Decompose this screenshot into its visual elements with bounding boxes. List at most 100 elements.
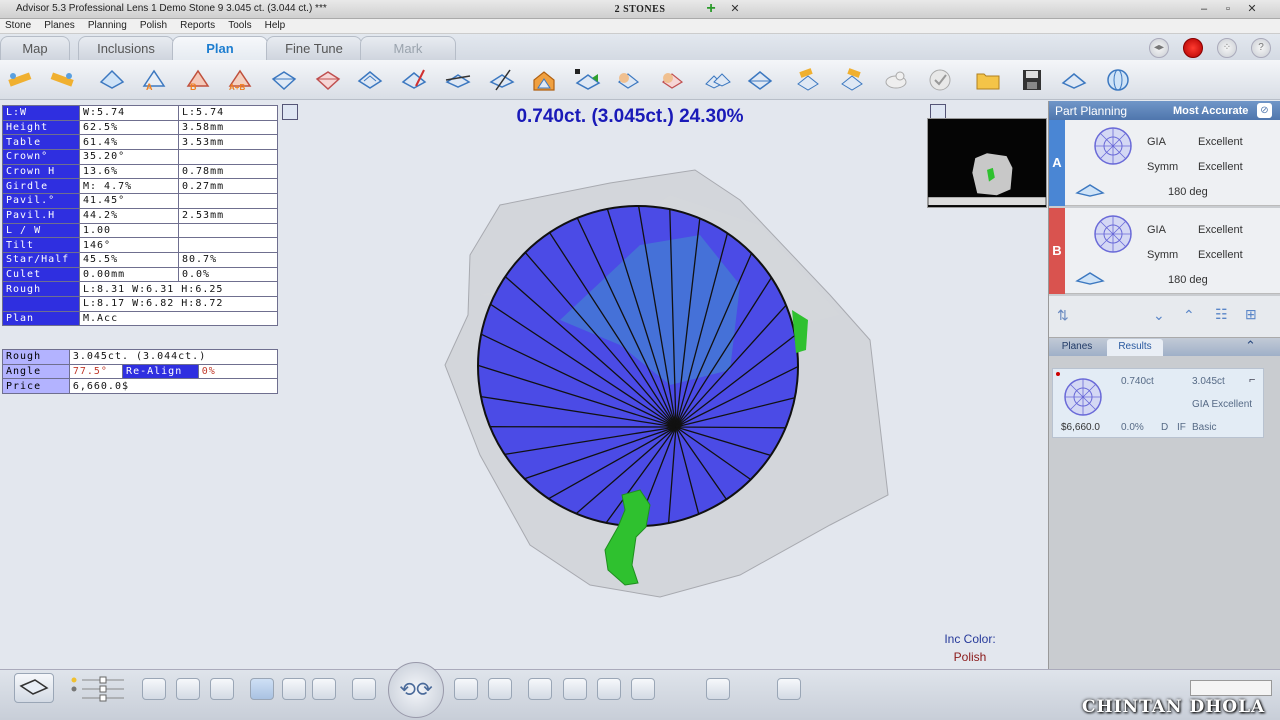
export-icon[interactable] <box>1060 66 1088 94</box>
main-toolbar: A B A+B <box>0 60 1280 100</box>
check-icon[interactable] <box>926 66 954 94</box>
stop-icon[interactable] <box>1183 38 1203 58</box>
hand-tool-icon[interactable] <box>614 66 642 94</box>
plan-a-deg: 180 deg <box>1168 186 1208 198</box>
panel-tabs: Planes Results ⌃ <box>1049 338 1280 356</box>
menu-stone[interactable]: Stone <box>0 19 36 31</box>
multi-stone-icon[interactable] <box>704 66 732 94</box>
tab-plan[interactable]: Plan <box>172 36 268 60</box>
settings-icon[interactable]: ⊘ <box>1257 103 1272 118</box>
stone-view-3-icon[interactable] <box>597 678 621 700</box>
menu-polish[interactable]: Polish <box>135 19 172 31</box>
tab-planes[interactable]: Planes <box>1051 339 1103 356</box>
result-card[interactable]: 0.740ct 3.045ct ⌐ GIA Excellent $6,660.0… <box>1052 368 1264 438</box>
realign-button[interactable]: Re-Align <box>122 363 199 380</box>
line-plan-icon[interactable] <box>444 66 472 94</box>
globe-icon[interactable] <box>1104 66 1132 94</box>
param-label: Crown H <box>2 163 80 180</box>
plan-a-icon[interactable]: A <box>140 66 168 94</box>
chevron-up-icon[interactable]: ⌃ <box>1183 307 1195 324</box>
param-value: 0.00mm <box>79 266 179 283</box>
heart-cut-icon[interactable] <box>314 66 342 94</box>
zoom-in-icon[interactable] <box>454 678 478 700</box>
inc-color-value: Polish <box>953 650 987 664</box>
maximize-button[interactable]: ▫ <box>1220 1 1236 17</box>
tray-icons[interactable] <box>1190 680 1272 696</box>
side-view-icon[interactable] <box>282 678 306 700</box>
zoom-area-icon[interactable] <box>488 678 512 700</box>
hand-tool-2-icon[interactable] <box>658 66 686 94</box>
optimize-icon[interactable] <box>794 66 822 94</box>
multi-stone-2-icon[interactable] <box>746 66 774 94</box>
menu-help[interactable]: Help <box>260 19 291 31</box>
tab-map[interactable]: Map <box>0 36 70 60</box>
plan-a-lab: GIA <box>1147 136 1166 148</box>
no-inclusions-icon[interactable] <box>352 678 376 700</box>
accuracy-mode[interactable]: Most Accurate <box>1173 105 1248 117</box>
facet-view-icon[interactable] <box>210 678 234 700</box>
round-cut-icon[interactable] <box>270 66 298 94</box>
minimize-button[interactable]: – <box>1196 1 1212 17</box>
plan-b-icon[interactable]: B <box>184 66 212 94</box>
menu-reports[interactable]: Reports <box>175 19 220 31</box>
tab-results[interactable]: Results <box>1107 339 1163 356</box>
expand-table-icon[interactable] <box>282 104 298 120</box>
plan-ab-icon[interactable]: A+B <box>226 66 254 94</box>
select-all-icon[interactable]: ☷ <box>1215 306 1228 323</box>
pavilion-icon[interactable] <box>98 66 126 94</box>
stone-view-2-icon[interactable] <box>563 678 587 700</box>
param-label <box>2 295 80 312</box>
edge-view-icon[interactable] <box>312 678 336 700</box>
menu-planes[interactable]: Planes <box>39 19 80 31</box>
export-view-icon[interactable] <box>777 678 801 700</box>
menu-planning[interactable]: Planning <box>83 19 132 31</box>
measure-tool-2-icon[interactable] <box>48 66 76 94</box>
plan-row-b[interactable]: B GIA Excellent Symm Excellent 180 deg <box>1049 208 1280 294</box>
add-stone-icon[interactable]: + <box>703 1 719 17</box>
measure-tool-icon[interactable] <box>6 66 34 94</box>
nav-arrows-icon[interactable]: ◂▸ <box>1149 38 1169 58</box>
result-type: Basic <box>1192 422 1217 433</box>
edit-result-icon[interactable]: ⌐ <box>1249 374 1255 386</box>
stone-view-icon[interactable] <box>528 678 552 700</box>
grid-icon[interactable]: ⁘ <box>1217 38 1237 58</box>
sort-icon[interactable]: ⇅ <box>1057 307 1069 324</box>
menu-tools[interactable]: Tools <box>223 19 256 31</box>
edit-plan-icon[interactable] <box>400 66 428 94</box>
param-row: Star/Half 45.5% 80.7% <box>2 251 278 268</box>
plan-row-a[interactable]: A GIA Excellent Symm Excellent 180 deg <box>1049 120 1280 206</box>
param-row: Crown H 13.6% 0.78mm <box>2 163 278 180</box>
param-row: Pavil.H 44.2% 2.53mm <box>2 207 278 224</box>
round-view-icon[interactable] <box>142 678 166 700</box>
param-row: Height 62.5% 3.58mm <box>2 119 278 136</box>
brightness-sliders[interactable] <box>70 674 126 704</box>
help-icon[interactable]: ? <box>1251 38 1271 58</box>
stone-view-4-icon[interactable] <box>631 678 655 700</box>
rotate-icon[interactable]: ⟲⟳ <box>388 662 444 718</box>
point-plan-icon[interactable] <box>574 66 602 94</box>
refresh-icon[interactable] <box>706 678 730 700</box>
collapse-icon[interactable]: ⌃ <box>1245 338 1256 354</box>
param-value-2: 0.27mm <box>178 178 278 195</box>
tab-inclusions[interactable]: Inclusions <box>78 36 174 60</box>
view-mode-icon[interactable] <box>14 673 54 703</box>
round-diamond-icon <box>1094 127 1132 165</box>
optimize-2-icon[interactable] <box>838 66 866 94</box>
close-window-button[interactable]: ✕ <box>1244 1 1260 17</box>
pavilion-view-icon[interactable] <box>176 678 200 700</box>
chevron-down-icon[interactable]: ⌄ <box>1153 307 1165 324</box>
wireframe-view-icon[interactable] <box>250 678 274 700</box>
layout-icon[interactable]: ⊞ <box>1245 306 1257 323</box>
plan-b-shape-icon <box>1075 272 1105 285</box>
close-stone-icon[interactable]: ✕ <box>727 1 743 17</box>
cloud-icon[interactable] <box>882 66 910 94</box>
cut-line-icon[interactable] <box>488 66 516 94</box>
stone-3d-viewport[interactable] <box>440 165 900 605</box>
house-plan-icon[interactable] <box>530 66 558 94</box>
save-icon[interactable] <box>1018 66 1046 94</box>
folder-icon[interactable] <box>974 66 1002 94</box>
multi-cut-icon[interactable] <box>356 66 384 94</box>
tab-fine-tune[interactable]: Fine Tune <box>266 36 362 60</box>
price-value: 6,660.0$ <box>68 378 279 395</box>
param-value-2: 3.53mm <box>178 134 278 151</box>
